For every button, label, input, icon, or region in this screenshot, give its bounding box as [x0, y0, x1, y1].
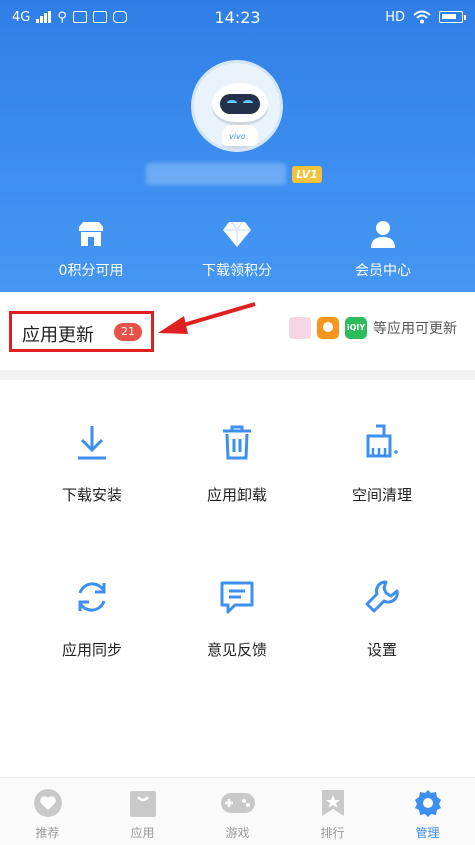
nav-recommend[interactable]: 推荐	[0, 778, 95, 845]
annotation-arrow	[158, 302, 256, 334]
section-divider	[0, 370, 475, 380]
update-count-badge: 21	[114, 323, 142, 341]
avatar[interactable]: vivo	[191, 60, 283, 152]
signal-icon	[36, 11, 52, 23]
robot-body-icon: vivo	[222, 125, 258, 149]
grid-label: 空间清理	[351, 486, 412, 504]
nav-label: 管理	[415, 826, 440, 840]
usb-icon: ⚲	[57, 9, 67, 25]
avatar-brand-text: vivo	[229, 132, 246, 141]
username-redacted	[146, 163, 286, 185]
robot-head-icon	[212, 83, 268, 125]
store-icon	[79, 222, 103, 246]
app-sync-button[interactable]: 应用同步	[22, 575, 162, 660]
profile-header: 4G ⚲ 14:23 HD vivo LV1 0积分可用 下载领积分 会员中心	[0, 0, 475, 292]
wifi-icon	[413, 10, 431, 24]
battery-icon	[439, 11, 466, 23]
wrench-icon	[365, 580, 399, 613]
level-badge: LV1	[292, 166, 322, 183]
nav-label: 游戏	[225, 826, 250, 840]
settings-button[interactable]: 设置	[312, 575, 452, 660]
sync-icon	[78, 582, 106, 612]
person-icon	[371, 221, 395, 248]
grid-label: 应用卸载	[206, 486, 267, 504]
app-notice-icon	[112, 11, 127, 23]
status-bar: 4G ⚲ 14:23 HD	[0, 0, 475, 34]
space-clean-button[interactable]: 空间清理	[312, 420, 452, 505]
nav-games[interactable]: 游戏	[190, 778, 285, 845]
download-install-button[interactable]: 下载安装	[22, 420, 162, 505]
clean-icon	[366, 424, 398, 458]
feedback-icon	[220, 581, 254, 614]
nav-ranking[interactable]: 排行	[285, 778, 380, 845]
bookmark-icon	[321, 790, 344, 816]
network-type: 4G	[12, 9, 31, 25]
mail-icon	[92, 11, 107, 23]
update-suffix-text: 等应用可更新	[373, 321, 457, 337]
iqiyi-app-icon: iQIY	[345, 317, 367, 339]
points-available-button[interactable]: 0积分可用	[31, 218, 151, 280]
gear-icon	[414, 790, 441, 817]
grid-label: 下载安装	[61, 486, 122, 504]
app-thumbnail-icon	[289, 317, 311, 339]
grid-label: 意见反馈	[206, 641, 267, 659]
quick-action-label: 下载领积分	[202, 263, 272, 279]
bottom-nav: 推荐 应用 游戏 排行 管理	[0, 777, 475, 845]
heart-icon	[33, 789, 62, 817]
trash-icon	[223, 425, 251, 460]
notification-icon	[72, 11, 87, 23]
grid-label: 应用同步	[61, 641, 122, 659]
hd-indicator: HD	[385, 9, 405, 25]
download-points-button[interactable]: 下载领积分	[177, 218, 297, 280]
member-center-button[interactable]: 会员中心	[323, 218, 443, 280]
download-icon	[78, 426, 106, 460]
gamepad-icon	[220, 793, 255, 813]
feedback-button[interactable]: 意见反馈	[167, 575, 307, 660]
quick-action-label: 0积分可用	[58, 263, 124, 279]
bag-icon	[129, 791, 156, 817]
update-highlight-box: 应用更新 21	[9, 311, 154, 352]
uninstall-button[interactable]: 应用卸载	[167, 420, 307, 505]
quick-action-label: 会员中心	[355, 263, 411, 279]
app-thumbnail-icon	[317, 317, 339, 339]
diamond-icon	[223, 221, 251, 247]
nav-apps[interactable]: 应用	[95, 778, 190, 845]
grid-label: 设置	[366, 641, 397, 659]
app-update-title: 应用更新	[22, 325, 94, 346]
nav-manage[interactable]: 管理	[380, 778, 475, 845]
nav-label: 应用	[130, 826, 155, 840]
nav-label: 推荐	[35, 826, 60, 840]
nav-label: 排行	[320, 826, 345, 840]
clock: 14:23	[214, 7, 261, 27]
